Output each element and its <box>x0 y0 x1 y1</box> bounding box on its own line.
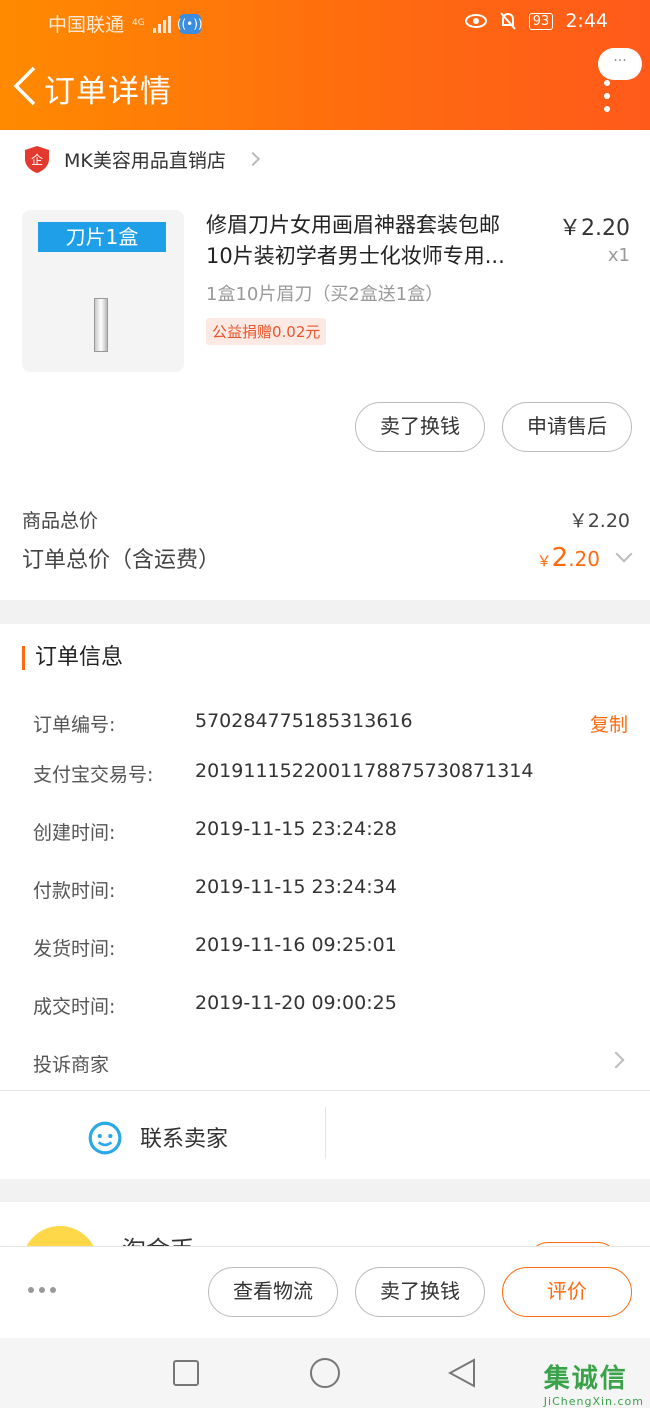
battery-icon: 93 <box>528 12 554 30</box>
recents-icon[interactable] <box>173 1360 199 1386</box>
mute-bell-icon <box>500 12 516 30</box>
product-title-line2: 10片装初学者男士化妆师专用... <box>206 244 505 268</box>
signal-icon <box>152 15 171 33</box>
enterprise-shield-icon: 企 <box>25 146 49 173</box>
goods-total-row: 商品总价 ￥2.20 <box>22 506 630 533</box>
hotspot-icon: ((•)) <box>177 13 203 34</box>
home-icon[interactable] <box>310 1358 340 1388</box>
coin-icon <box>22 1226 98 1246</box>
order-total-dec: .20 <box>568 547 600 571</box>
nav-bar: 订单详情 <box>0 52 650 126</box>
chat-bot-icon <box>88 1121 122 1155</box>
contact-seller-label: 联系卖家 <box>140 1127 229 1152</box>
order-total-int: 2 <box>551 543 569 573</box>
info-key: 支付宝交易号: <box>33 764 154 786</box>
order-item-card: 企 MK美容用品直销店 刀片1盒 修眉刀片女用画眉神器套装包邮 10片装初学者男… <box>0 130 650 600</box>
clock: 2:44 <box>565 10 608 32</box>
item-price: ￥2.20 <box>559 216 630 241</box>
app-header: 中国联通 4G ((•)) 93 2:44 订单详情 ··· <box>0 0 650 130</box>
info-key: 成交时间: <box>33 996 116 1018</box>
bottom-action-bar: 查看物流 卖了换钱 评价 <box>0 1246 650 1338</box>
info-key: 订单编号: <box>33 714 116 736</box>
info-value: 2019-11-15 23:24:28 <box>195 818 397 840</box>
product-title[interactable]: 修眉刀片女用画眉神器套装包邮 10片装初学者男士化妆师专用... <box>206 210 546 272</box>
copy-button[interactable]: 复制 <box>590 710 628 737</box>
order-total-row[interactable]: 订单总价（含运费） ￥2.20 <box>22 542 633 574</box>
watermark-title: 集诚信 <box>543 1364 628 1394</box>
order-info-title: 订单信息 <box>22 646 123 670</box>
thumbnail-label: 刀片1盒 <box>38 222 166 252</box>
order-total-label: 订单总价（含运费） <box>22 548 221 573</box>
svg-text:企: 企 <box>31 152 43 167</box>
item-quantity: x1 <box>607 245 630 266</box>
complain-seller-label: 投诉商家 <box>33 1054 110 1076</box>
watermark-url: JiChengXin.com <box>543 1395 644 1408</box>
view-logistics-button[interactable]: 查看物流 <box>208 1267 338 1317</box>
contact-seller-button[interactable]: 联系卖家 <box>86 1119 228 1155</box>
resell-button[interactable]: 卖了换钱 <box>355 1267 485 1317</box>
goods-total-value: ￥2.20 <box>568 510 630 532</box>
network-type: 4G <box>132 18 145 28</box>
chevron-right-icon <box>607 1051 625 1069</box>
shop-row[interactable]: 企 MK美容用品直销店 <box>22 144 260 174</box>
info-key: 发货时间: <box>33 938 116 960</box>
complain-seller-row[interactable]: 投诉商家 <box>33 1050 628 1078</box>
carrier-name: 中国联通 <box>48 14 125 36</box>
contact-card: 联系卖家 <box>0 1091 650 1179</box>
chevron-down-icon <box>615 545 633 563</box>
product-thumbnail[interactable]: 刀片1盒 <box>22 210 184 372</box>
eye-icon <box>464 14 487 28</box>
after-sale-button[interactable]: 申请售后 <box>502 402 632 452</box>
info-value: 2019-11-15 23:24:34 <box>195 876 397 898</box>
taojinbi-label: 淘金币 <box>122 1230 194 1246</box>
charity-tag: 公益捐赠0.02元 <box>206 318 327 345</box>
order-info-card: 订单信息 订单编号: 570284775185313616 复制 支付宝交易号:… <box>0 624 650 1090</box>
order-total-value: ￥2.20 <box>536 543 633 573</box>
info-key: 创建时间: <box>33 822 116 844</box>
review-button[interactable]: 评价 <box>502 1267 632 1317</box>
message-bubble[interactable]: ··· <box>598 48 642 80</box>
back-chevron-icon[interactable] <box>8 64 42 108</box>
info-value: 2019111522001178875730871314 <box>195 760 534 782</box>
vertical-divider <box>325 1107 326 1159</box>
product-title-line1: 修眉刀片女用画眉神器套装包邮 <box>206 213 500 237</box>
product-sku: 1盒10片眉刀（买2盒送1盒） <box>206 284 444 305</box>
status-bar: 中国联通 4G ((•)) 93 2:44 <box>0 0 650 44</box>
shop-name: MK美容用品直销店 <box>64 149 226 172</box>
info-value: 2019-11-16 09:25:01 <box>195 934 397 956</box>
more-menu-icon[interactable] <box>604 80 612 120</box>
info-key: 付款时间: <box>33 880 116 902</box>
back-triangle-icon[interactable] <box>448 1358 476 1388</box>
goods-total-label: 商品总价 <box>22 510 99 532</box>
info-value: 570284775185313616 <box>195 710 413 732</box>
more-actions-icon[interactable] <box>28 1287 56 1293</box>
chevron-right-icon <box>245 151 260 167</box>
page-title: 订单详情 <box>44 74 172 110</box>
info-value: 2019-11-20 09:00:25 <box>195 992 397 1014</box>
taojinbi-card: 淘金币 <box>0 1202 650 1246</box>
razor-image <box>94 298 108 352</box>
currency-symbol: ￥ <box>536 552 552 570</box>
resell-button[interactable]: 卖了换钱 <box>355 402 485 452</box>
system-nav-bar: 集诚信 JiChengXin.com <box>0 1338 650 1408</box>
watermark: 集诚信 JiChengXin.com <box>544 1358 644 1408</box>
